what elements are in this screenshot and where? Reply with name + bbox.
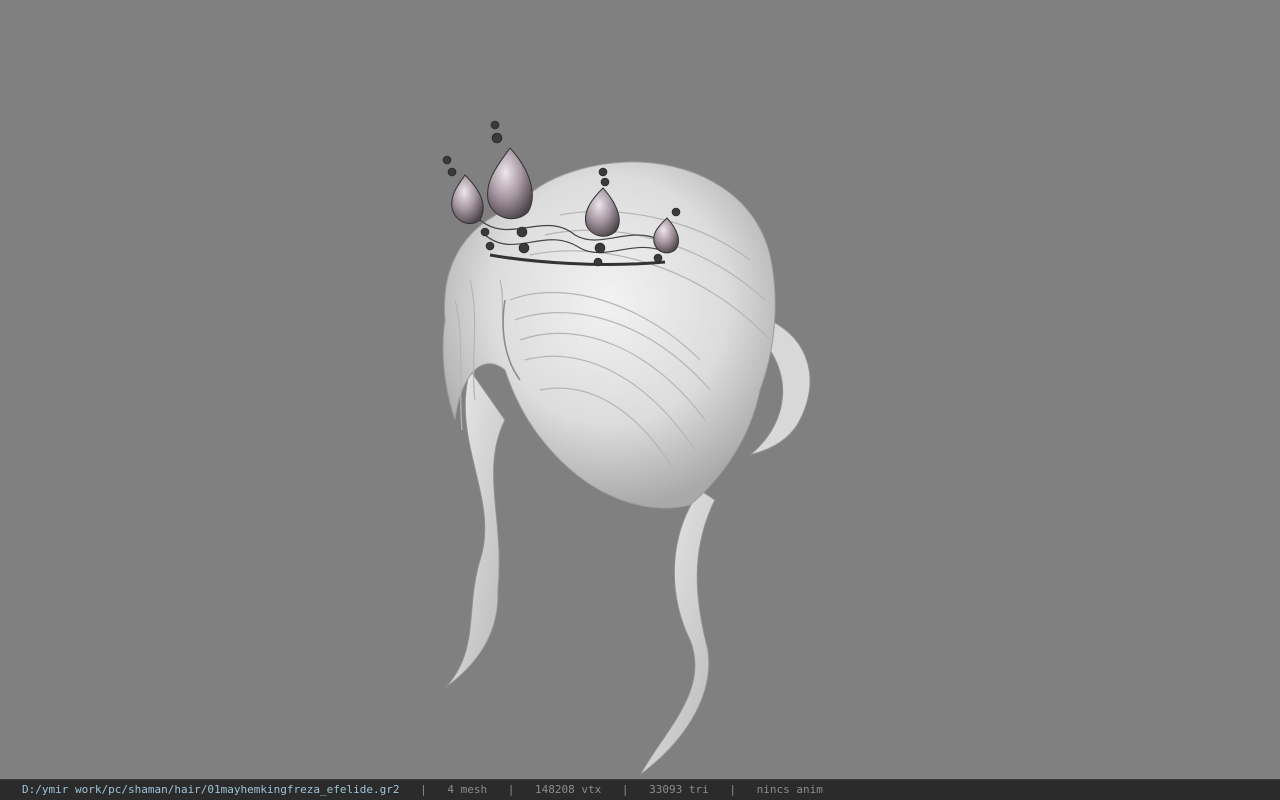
- separator: |: [729, 783, 736, 796]
- animation-status: nincs anim: [756, 783, 823, 796]
- separator: |: [621, 783, 629, 796]
- mesh-count: 4 mesh: [447, 783, 488, 796]
- separator: |: [420, 783, 427, 796]
- vertex-count: 148208 vtx: [535, 783, 602, 796]
- file-path: D:/ymir work/pc/shaman/hair/01mayhemking…: [22, 783, 400, 796]
- 3d-viewport[interactable]: [0, 0, 1280, 779]
- triangle-count: 33093 tri: [649, 783, 709, 796]
- separator: |: [507, 783, 515, 796]
- hair-model: [442, 120, 811, 776]
- status-bar: D:/ymir work/pc/shaman/hair/01mayhemking…: [0, 779, 1280, 800]
